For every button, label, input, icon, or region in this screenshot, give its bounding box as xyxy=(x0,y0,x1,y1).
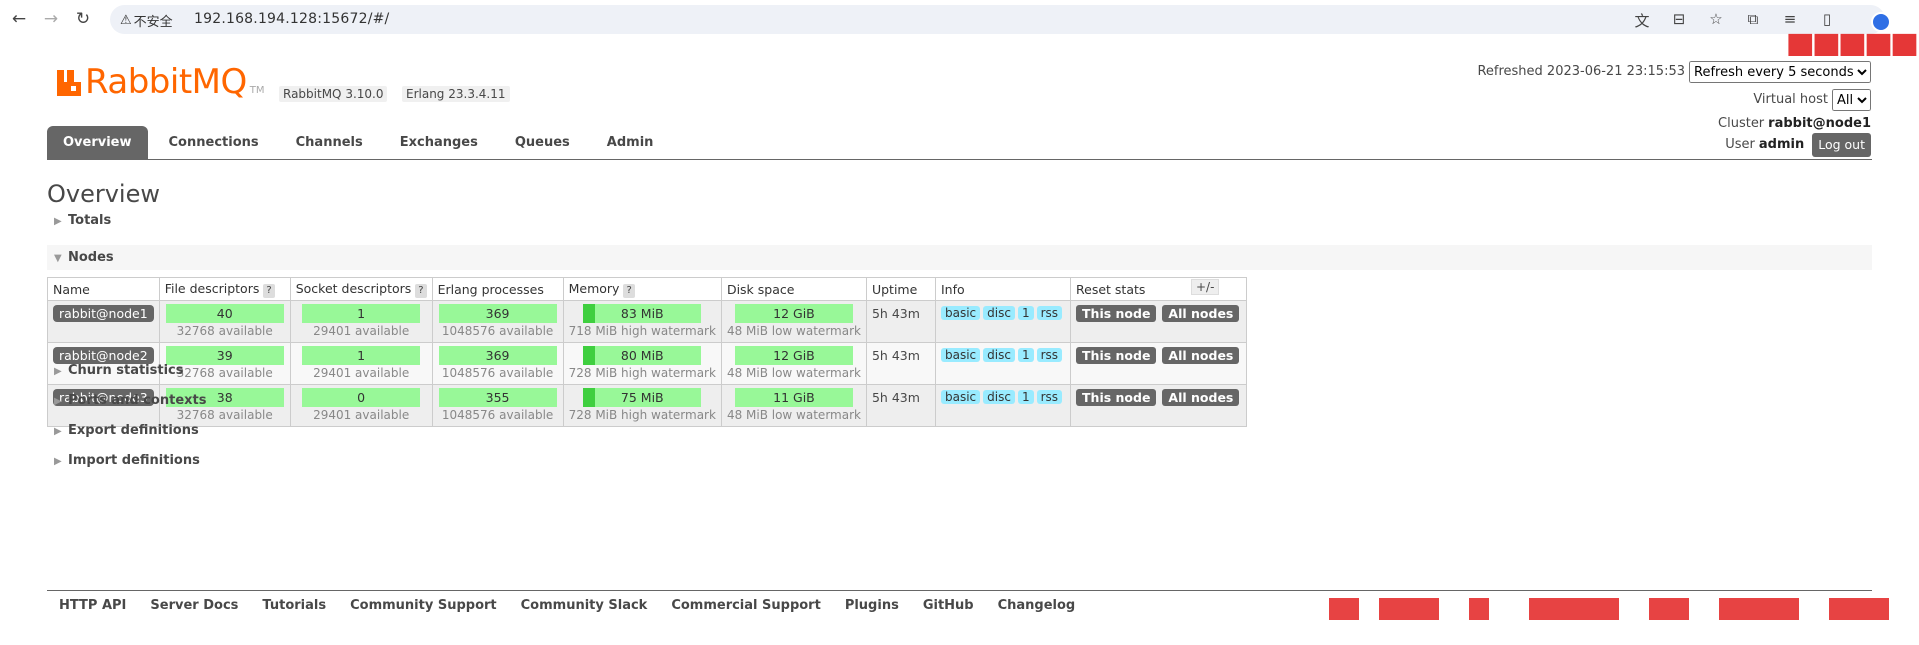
translate-icon[interactable]: 文 xyxy=(1632,10,1652,31)
reset-all-nodes-button[interactable]: All nodes xyxy=(1162,305,1240,322)
section-import-definitions[interactable]: ▶ Import definitions xyxy=(47,448,1872,473)
tab-exchanges[interactable]: Exchanges xyxy=(384,126,494,159)
footer-link-community-support[interactable]: Community Support xyxy=(350,598,497,613)
col-name[interactable]: Name xyxy=(47,277,160,301)
security-label: 不安全 xyxy=(133,15,173,30)
address-bar[interactable]: ⚠ 不安全 192.168.194.128:15672/#/ 文 ⊟ ☆ ⧉ ≡… xyxy=(110,5,1891,34)
column-toggle-button[interactable]: +/- xyxy=(1191,279,1220,295)
watermark-top: ▆▆▆▆▆ xyxy=(1788,26,1919,56)
disk-low-watermark: 48 MiB low watermark xyxy=(726,324,861,338)
footer-link-changelog[interactable]: Changelog xyxy=(998,598,1076,613)
rabbitmq-version: RabbitMQ 3.10.0 xyxy=(279,86,388,102)
tab-channels[interactable]: Channels xyxy=(280,126,379,159)
file-descriptors-bar: 40 xyxy=(165,304,284,323)
url-text[interactable]: 192.168.194.128:15672/#/ xyxy=(194,11,389,27)
expand-arrow-icon: ▶ xyxy=(54,396,62,407)
user-name: admin xyxy=(1758,137,1805,152)
footer-divider xyxy=(47,590,1872,591)
erlang-processes-bar: 369 xyxy=(438,304,557,323)
col-reset-stats: Reset stats xyxy=(1070,277,1248,301)
tab-overview[interactable]: Overview xyxy=(47,126,148,159)
security-indicator[interactable]: ⚠ 不安全 xyxy=(120,11,173,30)
col-erlang-processes[interactable]: Erlang processes xyxy=(431,277,564,301)
footer-link-community-slack[interactable]: Community Slack xyxy=(521,598,648,613)
refreshed-timestamp: Refreshed 2023-06-21 23:15:53 xyxy=(1477,64,1685,79)
col-socket-descriptors[interactable]: Socket descriptors? xyxy=(289,277,433,301)
reload-icon[interactable]: ↻ xyxy=(72,8,94,30)
footer-link-github[interactable]: GitHub xyxy=(923,598,974,613)
watermark-bottom xyxy=(1329,598,1919,620)
help-icon[interactable]: ? xyxy=(623,283,635,298)
rabbit-logo-icon xyxy=(57,68,81,96)
footer-link-commercial-support[interactable]: Commercial Support xyxy=(671,598,821,613)
collapse-arrow-icon: ▼ xyxy=(54,253,62,264)
tab-divider xyxy=(47,159,1872,160)
tab-queues[interactable]: Queues xyxy=(499,126,586,159)
footer-links: HTTP API Server Docs Tutorials Community Su… xyxy=(59,598,1075,613)
col-disk-space[interactable]: Disk space xyxy=(720,277,867,301)
info-tag-1[interactable]: 1 xyxy=(1017,306,1034,320)
table-row: rabbit@node1 40 32768 available 1 29401 … xyxy=(47,300,1248,343)
erlang-version: Erlang 23.3.4.11 xyxy=(402,86,510,102)
main-tabs: Overview Connections Channels Exchanges … xyxy=(47,126,674,159)
memory-bar: 83 MiB xyxy=(583,304,702,323)
section-export-definitions[interactable]: ▶ Export definitions xyxy=(47,418,1872,443)
expand-arrow-icon: ▶ xyxy=(54,426,62,437)
uptime-value: 5h 43m xyxy=(871,306,920,321)
header-status-panel: Refreshed 2023-06-21 23:15:53 Refresh ev… xyxy=(1477,58,1871,157)
info-tag-rss[interactable]: rss xyxy=(1036,306,1063,320)
footer-link-plugins[interactable]: Plugins xyxy=(845,598,899,613)
refresh-interval-select[interactable]: Refresh every 5 seconds xyxy=(1689,61,1871,83)
page-title: Overview xyxy=(47,180,160,208)
section-totals[interactable]: ▶ Totals xyxy=(47,208,1872,233)
footer-link-http-api[interactable]: HTTP API xyxy=(59,598,126,613)
forward-arrow-icon[interactable]: → xyxy=(40,8,62,30)
virtual-host-label: Virtual host xyxy=(1753,92,1828,107)
memory-high-watermark: 718 MiB high watermark xyxy=(568,324,716,338)
socket-descriptors-bar: 1 xyxy=(302,304,421,323)
user-label: User xyxy=(1725,137,1755,152)
back-arrow-icon[interactable]: ← xyxy=(8,8,30,30)
logo-text: RabbitMQ xyxy=(85,62,247,102)
expand-arrow-icon: ▶ xyxy=(54,366,62,377)
file-descriptors-available: 32768 available xyxy=(176,324,273,338)
cluster-label: Cluster xyxy=(1718,115,1765,131)
erlang-processes-available: 1048576 available xyxy=(441,324,554,338)
help-icon[interactable]: ? xyxy=(263,283,275,298)
footer-link-server-docs[interactable]: Server Docs xyxy=(150,598,238,613)
expand-arrow-icon: ▶ xyxy=(54,456,62,467)
reset-this-node-button[interactable]: This node xyxy=(1076,305,1157,322)
help-icon[interactable]: ? xyxy=(415,283,427,298)
col-memory[interactable]: Memory? xyxy=(562,277,722,301)
col-info[interactable]: Info xyxy=(934,277,1072,301)
col-uptime[interactable]: Uptime xyxy=(865,277,936,301)
section-ports-and-contexts[interactable]: ▶ Ports and contexts xyxy=(47,388,1872,413)
tab-admin[interactable]: Admin xyxy=(591,126,670,159)
expand-arrow-icon: ▶ xyxy=(54,216,62,227)
footer-link-tutorials[interactable]: Tutorials xyxy=(262,598,326,613)
logout-button[interactable]: Log out xyxy=(1812,133,1871,157)
info-tag-basic[interactable]: basic xyxy=(940,306,981,320)
section-nodes[interactable]: ▼ Nodes xyxy=(47,245,1872,270)
socket-descriptors-available: 29401 available xyxy=(313,324,410,338)
info-tag-disc[interactable]: disc xyxy=(983,306,1015,320)
virtual-host-select[interactable]: All xyxy=(1832,89,1871,111)
col-file-descriptors[interactable]: File descriptors? xyxy=(158,277,291,301)
warning-icon: ⚠ xyxy=(120,13,132,28)
rabbitmq-logo[interactable]: RabbitMQ TM xyxy=(57,62,265,102)
disk-space-bar: 12 GiB xyxy=(734,304,853,323)
section-churn-statistics[interactable]: ▶ Churn statistics xyxy=(47,358,1872,383)
browser-toolbar: ← → ↻ ⚠ 不安全 192.168.194.128:15672/#/ 文 ⊟… xyxy=(0,0,1919,38)
tab-connections[interactable]: Connections xyxy=(153,126,275,159)
logo-trademark: TM xyxy=(249,85,265,96)
cluster-name: rabbit@node1 xyxy=(1768,115,1871,131)
node-name-link[interactable]: rabbit@node1 xyxy=(53,305,154,322)
